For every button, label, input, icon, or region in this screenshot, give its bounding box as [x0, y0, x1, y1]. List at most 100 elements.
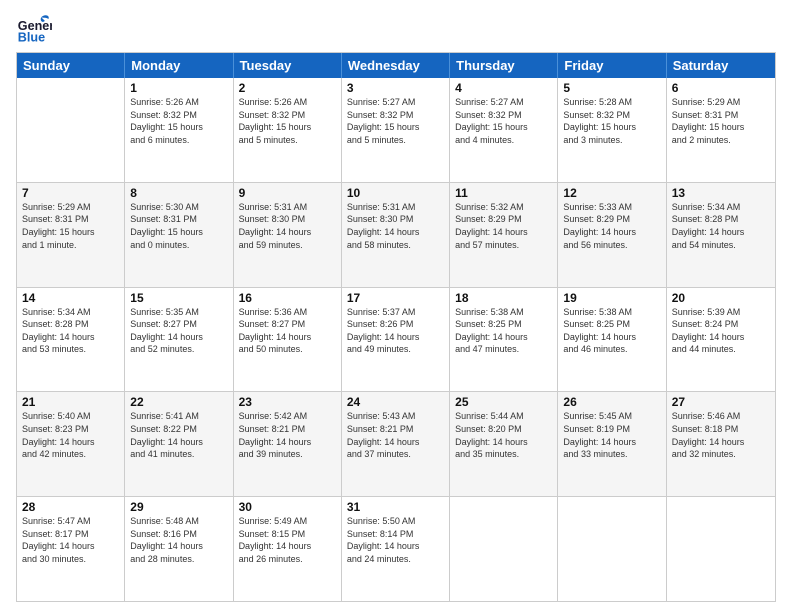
- header-cell-thursday: Thursday: [450, 53, 558, 78]
- header-cell-tuesday: Tuesday: [234, 53, 342, 78]
- header-cell-friday: Friday: [558, 53, 666, 78]
- calendar-row: 14Sunrise: 5:34 AMSunset: 8:28 PMDayligh…: [17, 287, 775, 392]
- calendar-cell: 11Sunrise: 5:32 AMSunset: 8:29 PMDayligh…: [450, 183, 558, 287]
- calendar-cell: 12Sunrise: 5:33 AMSunset: 8:29 PMDayligh…: [558, 183, 666, 287]
- day-number: 25: [455, 395, 552, 409]
- page-header: General Blue: [16, 10, 776, 46]
- day-number: 4: [455, 81, 552, 95]
- calendar-cell: 30Sunrise: 5:49 AMSunset: 8:15 PMDayligh…: [234, 497, 342, 601]
- day-number: 1: [130, 81, 227, 95]
- day-number: 16: [239, 291, 336, 305]
- calendar-cell: 14Sunrise: 5:34 AMSunset: 8:28 PMDayligh…: [17, 288, 125, 392]
- header-cell-monday: Monday: [125, 53, 233, 78]
- calendar-header: SundayMondayTuesdayWednesdayThursdayFrid…: [17, 53, 775, 78]
- day-info: Sunrise: 5:43 AMSunset: 8:21 PMDaylight:…: [347, 410, 444, 460]
- day-info: Sunrise: 5:27 AMSunset: 8:32 PMDaylight:…: [347, 96, 444, 146]
- header-cell-wednesday: Wednesday: [342, 53, 450, 78]
- day-info: Sunrise: 5:49 AMSunset: 8:15 PMDaylight:…: [239, 515, 336, 565]
- day-info: Sunrise: 5:48 AMSunset: 8:16 PMDaylight:…: [130, 515, 227, 565]
- calendar-cell: 1Sunrise: 5:26 AMSunset: 8:32 PMDaylight…: [125, 78, 233, 182]
- calendar-cell: 13Sunrise: 5:34 AMSunset: 8:28 PMDayligh…: [667, 183, 775, 287]
- day-number: 2: [239, 81, 336, 95]
- day-number: 22: [130, 395, 227, 409]
- day-info: Sunrise: 5:40 AMSunset: 8:23 PMDaylight:…: [22, 410, 119, 460]
- calendar-cell: 22Sunrise: 5:41 AMSunset: 8:22 PMDayligh…: [125, 392, 233, 496]
- day-number: 6: [672, 81, 770, 95]
- day-number: 31: [347, 500, 444, 514]
- day-number: 3: [347, 81, 444, 95]
- calendar-cell: 10Sunrise: 5:31 AMSunset: 8:30 PMDayligh…: [342, 183, 450, 287]
- day-number: 23: [239, 395, 336, 409]
- day-info: Sunrise: 5:38 AMSunset: 8:25 PMDaylight:…: [563, 306, 660, 356]
- calendar-row: 21Sunrise: 5:40 AMSunset: 8:23 PMDayligh…: [17, 391, 775, 496]
- day-info: Sunrise: 5:29 AMSunset: 8:31 PMDaylight:…: [672, 96, 770, 146]
- svg-text:Blue: Blue: [18, 31, 45, 45]
- day-info: Sunrise: 5:45 AMSunset: 8:19 PMDaylight:…: [563, 410, 660, 460]
- calendar-cell: 29Sunrise: 5:48 AMSunset: 8:16 PMDayligh…: [125, 497, 233, 601]
- day-number: 10: [347, 186, 444, 200]
- day-number: 11: [455, 186, 552, 200]
- day-info: Sunrise: 5:31 AMSunset: 8:30 PMDaylight:…: [239, 201, 336, 251]
- calendar-cell: 8Sunrise: 5:30 AMSunset: 8:31 PMDaylight…: [125, 183, 233, 287]
- day-number: 7: [22, 186, 119, 200]
- day-number: 30: [239, 500, 336, 514]
- calendar-cell: 26Sunrise: 5:45 AMSunset: 8:19 PMDayligh…: [558, 392, 666, 496]
- day-info: Sunrise: 5:31 AMSunset: 8:30 PMDaylight:…: [347, 201, 444, 251]
- day-number: 27: [672, 395, 770, 409]
- calendar-cell: 6Sunrise: 5:29 AMSunset: 8:31 PMDaylight…: [667, 78, 775, 182]
- day-info: Sunrise: 5:26 AMSunset: 8:32 PMDaylight:…: [239, 96, 336, 146]
- calendar-cell: 5Sunrise: 5:28 AMSunset: 8:32 PMDaylight…: [558, 78, 666, 182]
- day-number: 12: [563, 186, 660, 200]
- day-info: Sunrise: 5:30 AMSunset: 8:31 PMDaylight:…: [130, 201, 227, 251]
- day-number: 24: [347, 395, 444, 409]
- header-cell-saturday: Saturday: [667, 53, 775, 78]
- calendar-cell: [667, 497, 775, 601]
- calendar-cell: 24Sunrise: 5:43 AMSunset: 8:21 PMDayligh…: [342, 392, 450, 496]
- day-number: 18: [455, 291, 552, 305]
- calendar-cell: 20Sunrise: 5:39 AMSunset: 8:24 PMDayligh…: [667, 288, 775, 392]
- day-info: Sunrise: 5:32 AMSunset: 8:29 PMDaylight:…: [455, 201, 552, 251]
- day-number: 9: [239, 186, 336, 200]
- calendar-cell: 4Sunrise: 5:27 AMSunset: 8:32 PMDaylight…: [450, 78, 558, 182]
- calendar-cell: 2Sunrise: 5:26 AMSunset: 8:32 PMDaylight…: [234, 78, 342, 182]
- calendar-cell: 19Sunrise: 5:38 AMSunset: 8:25 PMDayligh…: [558, 288, 666, 392]
- calendar-cell: [17, 78, 125, 182]
- day-number: 20: [672, 291, 770, 305]
- day-number: 21: [22, 395, 119, 409]
- day-number: 17: [347, 291, 444, 305]
- calendar-row: 28Sunrise: 5:47 AMSunset: 8:17 PMDayligh…: [17, 496, 775, 601]
- day-info: Sunrise: 5:46 AMSunset: 8:18 PMDaylight:…: [672, 410, 770, 460]
- calendar-cell: 28Sunrise: 5:47 AMSunset: 8:17 PMDayligh…: [17, 497, 125, 601]
- day-number: 14: [22, 291, 119, 305]
- calendar-row: 7Sunrise: 5:29 AMSunset: 8:31 PMDaylight…: [17, 182, 775, 287]
- calendar-cell: 3Sunrise: 5:27 AMSunset: 8:32 PMDaylight…: [342, 78, 450, 182]
- day-info: Sunrise: 5:27 AMSunset: 8:32 PMDaylight:…: [455, 96, 552, 146]
- day-number: 29: [130, 500, 227, 514]
- calendar-cell: 21Sunrise: 5:40 AMSunset: 8:23 PMDayligh…: [17, 392, 125, 496]
- calendar-cell: 27Sunrise: 5:46 AMSunset: 8:18 PMDayligh…: [667, 392, 775, 496]
- calendar-cell: 23Sunrise: 5:42 AMSunset: 8:21 PMDayligh…: [234, 392, 342, 496]
- day-info: Sunrise: 5:44 AMSunset: 8:20 PMDaylight:…: [455, 410, 552, 460]
- day-number: 19: [563, 291, 660, 305]
- logo-icon: General Blue: [16, 10, 52, 46]
- day-info: Sunrise: 5:50 AMSunset: 8:14 PMDaylight:…: [347, 515, 444, 565]
- calendar-cell: 9Sunrise: 5:31 AMSunset: 8:30 PMDaylight…: [234, 183, 342, 287]
- day-info: Sunrise: 5:35 AMSunset: 8:27 PMDaylight:…: [130, 306, 227, 356]
- day-number: 13: [672, 186, 770, 200]
- day-info: Sunrise: 5:39 AMSunset: 8:24 PMDaylight:…: [672, 306, 770, 356]
- calendar-row: 1 Sunrise: 5:26 AMSunset: 8:32 PMDaylight…: [17, 78, 775, 182]
- header-cell-sunday: Sunday: [17, 53, 125, 78]
- day-number: 8: [130, 186, 227, 200]
- calendar-cell: 15Sunrise: 5:35 AMSunset: 8:27 PMDayligh…: [125, 288, 233, 392]
- day-info: Sunrise: 5:29 AMSunset: 8:31 PMDaylight:…: [22, 201, 119, 251]
- day-info: Sunrise: 5:28 AMSunset: 8:32 PMDaylight:…: [563, 96, 660, 146]
- calendar-cell: [558, 497, 666, 601]
- day-info: Sunrise: 5:42 AMSunset: 8:21 PMDaylight:…: [239, 410, 336, 460]
- calendar: SundayMondayTuesdayWednesdayThursdayFrid…: [16, 52, 776, 602]
- day-number: 26: [563, 395, 660, 409]
- day-number: 5: [563, 81, 660, 95]
- calendar-cell: 18Sunrise: 5:38 AMSunset: 8:25 PMDayligh…: [450, 288, 558, 392]
- day-info: Sunrise: 5:34 AMSunset: 8:28 PMDaylight:…: [672, 201, 770, 251]
- logo: General Blue: [16, 10, 56, 46]
- calendar-cell: 16Sunrise: 5:36 AMSunset: 8:27 PMDayligh…: [234, 288, 342, 392]
